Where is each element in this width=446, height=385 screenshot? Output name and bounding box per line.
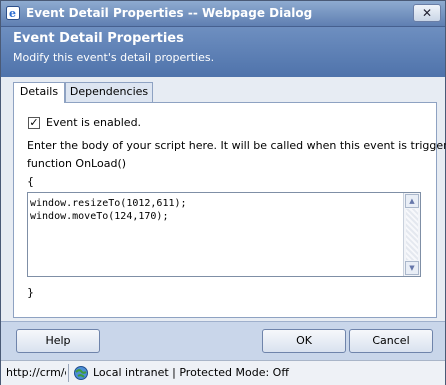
checkmark-icon: ✓	[29, 116, 39, 129]
status-bar: http://crm/cı Local intranet | Protected…	[1, 360, 445, 385]
script-code[interactable]: window.resizeTo(1012,611); window.moveTo(…	[30, 197, 187, 223]
cancel-button[interactable]: Cancel	[349, 329, 433, 353]
event-enabled-label: Event is enabled.	[46, 116, 142, 129]
script-editor[interactable]: window.resizeTo(1012,611); window.moveTo(…	[27, 192, 421, 277]
scroll-track[interactable]	[406, 209, 418, 260]
globe-icon	[74, 366, 88, 380]
editor-scrollbar[interactable]: ▲ ▼	[403, 193, 420, 276]
details-panel: ✓ Event is enabled. Enter the body of yo…	[13, 102, 446, 318]
open-brace: {	[27, 175, 34, 188]
tab-details[interactable]: Details	[13, 82, 65, 103]
dialog-footer: Help OK Cancel	[1, 321, 445, 360]
dialog-body: Details Dependencies ✓ Event is enabled.…	[1, 77, 446, 321]
status-divider	[68, 364, 69, 382]
help-button[interactable]: Help	[16, 329, 100, 353]
close-brace: }	[27, 286, 34, 299]
dialog-window: e Event Detail Properties -- Webpage Dia…	[0, 0, 446, 385]
ok-button[interactable]: OK	[262, 329, 346, 353]
svg-text:e: e	[9, 7, 16, 20]
title-bar[interactable]: e Event Detail Properties -- Webpage Dia…	[1, 1, 445, 27]
tab-dependencies[interactable]: Dependencies	[65, 82, 153, 102]
header-subtitle: Modify this event's detail properties.	[13, 51, 215, 64]
event-enabled-checkbox[interactable]: ✓	[28, 117, 40, 129]
ie-icon: e	[6, 6, 20, 20]
script-line: window.resizeTo(1012,611);	[30, 198, 187, 209]
dialog-header: Event Detail Properties Modify this even…	[1, 27, 445, 77]
scroll-up-icon[interactable]: ▲	[405, 194, 419, 208]
script-instructions: Enter the body of your script here. It w…	[27, 139, 446, 152]
security-zone-text: Local intranet | Protected Mode: Off	[93, 366, 289, 379]
header-title: Event Detail Properties	[13, 31, 184, 46]
status-url: http://crm/cı	[6, 366, 66, 379]
scroll-down-icon[interactable]: ▼	[405, 261, 419, 275]
script-line: window.moveTo(124,170);	[30, 211, 169, 222]
close-icon: ✕	[421, 6, 433, 20]
window-title: Event Detail Properties -- Webpage Dialo…	[26, 6, 313, 20]
close-button[interactable]: ✕	[413, 4, 441, 22]
function-signature: function OnLoad()	[27, 157, 127, 170]
